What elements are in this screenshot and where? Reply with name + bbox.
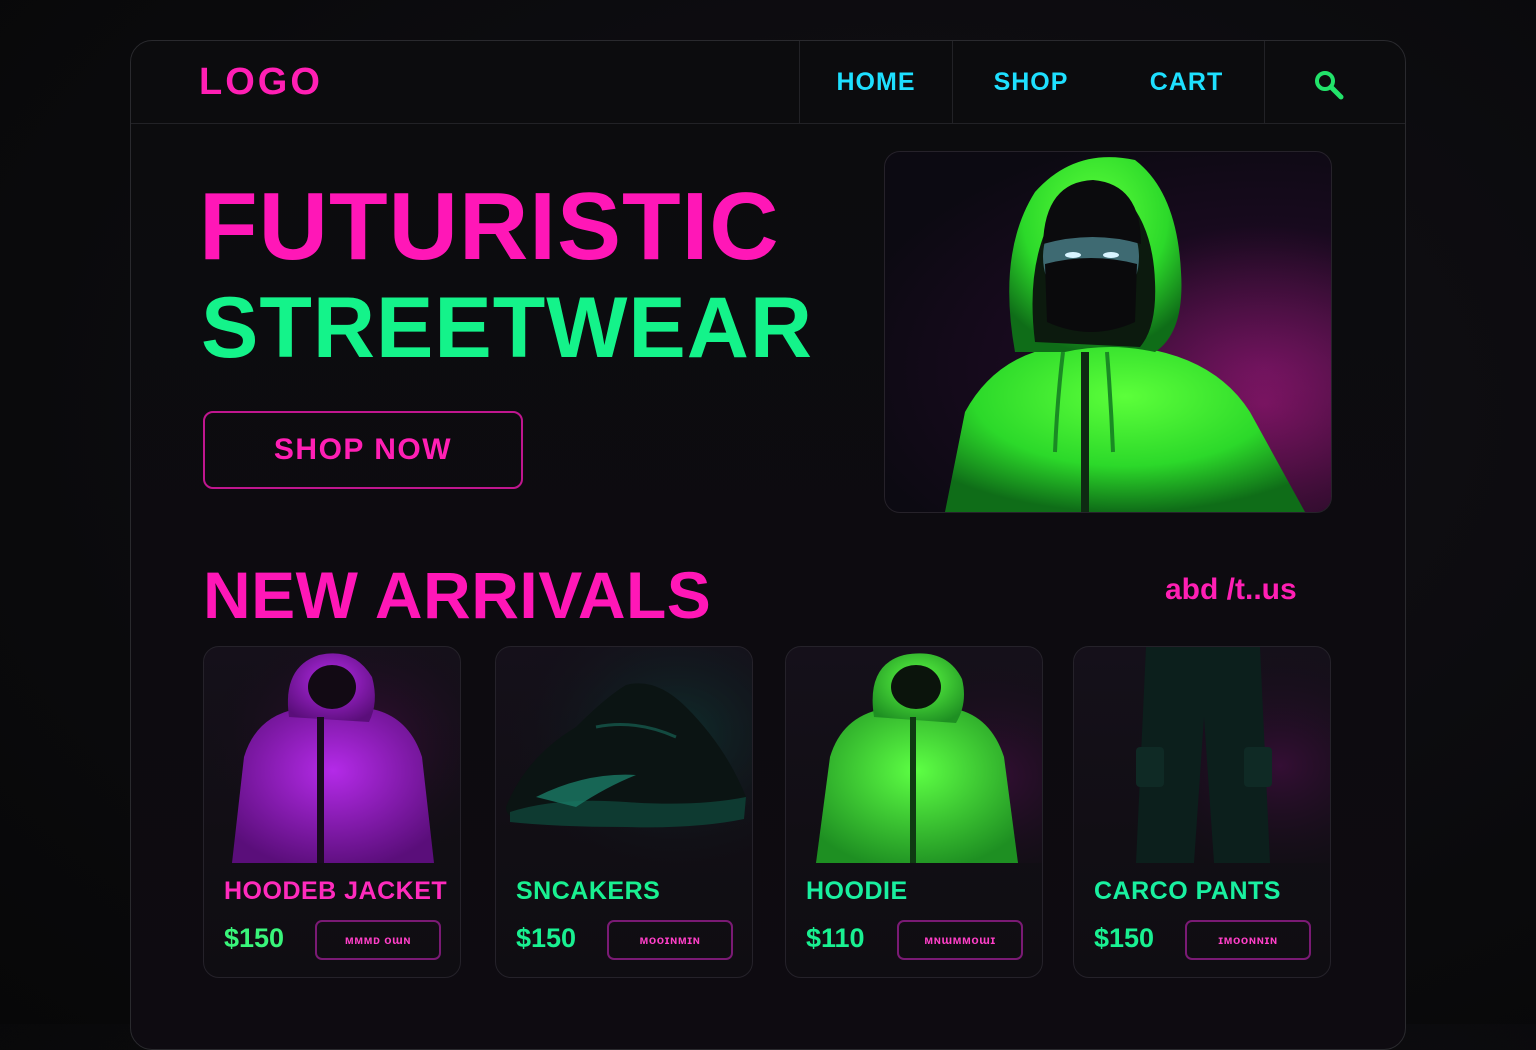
- product-price: $150: [1094, 923, 1155, 953]
- product-card-sneakers[interactable]: SNCAKERS $150 ᴍᴏᴏɪɴᴍɪɴ: [495, 646, 753, 978]
- product-image-cargo-pants: [1074, 647, 1330, 863]
- about-us-link[interactable]: abd /t..us: [1165, 573, 1297, 607]
- product-card-hooded-jacket[interactable]: HOODEB JACKET $150 ᴍᴍᴍᴅ ᴏɯɴ: [203, 646, 461, 978]
- product-price: $150: [224, 923, 285, 953]
- nav-cart-link[interactable]: CART: [1109, 41, 1265, 123]
- product-price: $150: [516, 923, 577, 953]
- add-to-cart-button[interactable]: ᴍᴍᴍᴅ ᴏɯɴ: [315, 920, 441, 960]
- product-price: $110: [806, 923, 865, 953]
- product-image-hoodie: [786, 647, 1042, 863]
- page-frame: LOGO HOME SHOP CART FUTURISTIC STREETWEA…: [130, 40, 1406, 1050]
- add-to-cart-button[interactable]: ᴍɴɯᴍᴍᴏɯɪ: [897, 920, 1023, 960]
- product-name: HOODEB JACKET: [224, 877, 448, 905]
- new-arrivals-title: NEW ARRIVALS: [203, 558, 712, 632]
- hero-title-line2: STREETWEAR: [201, 280, 813, 376]
- site-logo[interactable]: LOGO: [199, 61, 323, 104]
- nav-home-link[interactable]: HOME: [799, 41, 953, 123]
- product-card-hoodie[interactable]: HOODIE $110 ᴍɴɯᴍᴍᴏɯɪ: [785, 646, 1043, 978]
- add-to-cart-button[interactable]: ɪᴍᴏᴏɴɴɪɴ: [1185, 920, 1311, 960]
- product-image-hooded-jacket: [204, 647, 460, 863]
- product-name: SNCAKERS: [516, 877, 661, 905]
- nav-shop-link[interactable]: SHOP: [953, 41, 1109, 123]
- product-name: CARCO PANTS: [1094, 877, 1281, 905]
- hero-image: [884, 151, 1332, 513]
- shop-now-button[interactable]: SHOP NOW: [203, 411, 523, 489]
- product-name: HOODIE: [806, 877, 908, 905]
- search-icon[interactable]: [1311, 67, 1347, 103]
- product-image-sneakers: [496, 647, 752, 863]
- top-nav-bar: LOGO HOME SHOP CART: [131, 41, 1405, 124]
- hero-title-line1: FUTURISTIC: [199, 173, 780, 280]
- main-nav: HOME SHOP CART: [799, 41, 1265, 123]
- add-to-cart-button[interactable]: ᴍᴏᴏɪɴᴍɪɴ: [607, 920, 733, 960]
- product-card-cargo-pants[interactable]: CARCO PANTS $150 ɪᴍᴏᴏɴɴɪɴ: [1073, 646, 1331, 978]
